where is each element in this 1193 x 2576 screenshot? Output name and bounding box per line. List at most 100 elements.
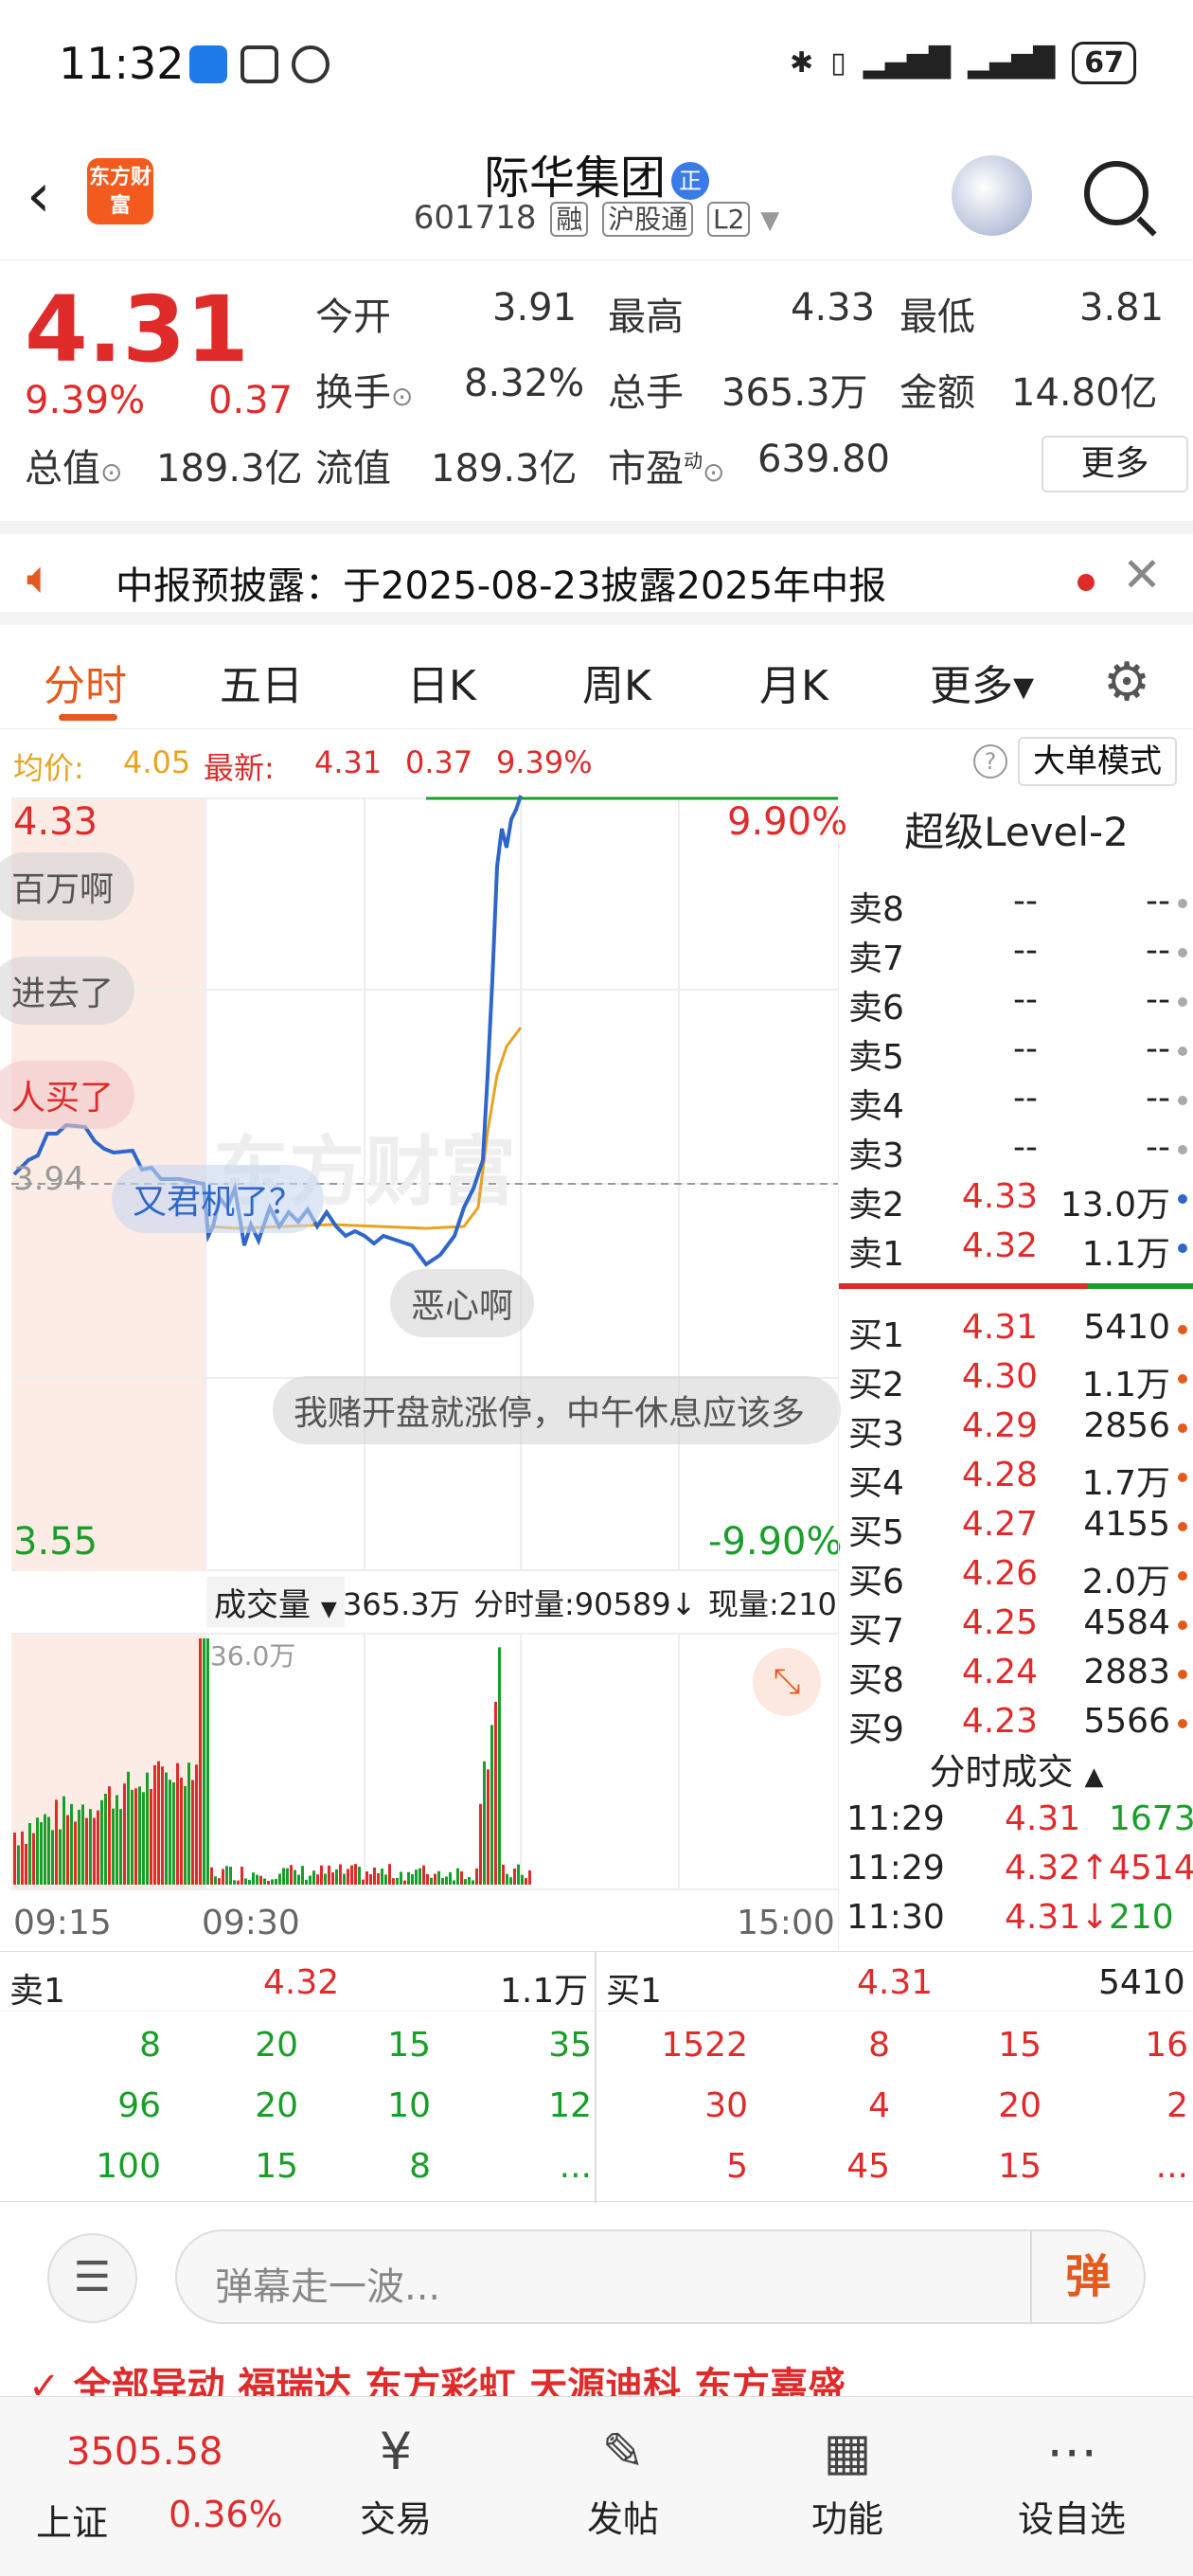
max-price-label: 4.33 xyxy=(13,800,98,844)
close-icon[interactable]: ✕ xyxy=(1122,547,1162,602)
info-icon: ⊙ xyxy=(391,381,414,412)
volume-bar xyxy=(316,1874,319,1885)
bluetooth-icon: ✱ xyxy=(790,46,814,80)
notice-text[interactable]: 中报预披露：于2025-08-23披露2025年中报 xyxy=(116,555,886,610)
nav-trade[interactable]: ¥ 交易 xyxy=(320,2414,472,2542)
level-label: 买7 xyxy=(848,1612,904,1651)
level-label: 买5 xyxy=(848,1513,904,1552)
queue-bid-cell: 4 xyxy=(868,2086,890,2125)
volume-bar xyxy=(142,1792,145,1885)
hot-news-bar[interactable]: ✓ 全部异动 福瑞达 东方彩虹 天源迪科 东方嘉盛 xyxy=(0,2363,1193,2401)
gear-icon[interactable]: ⚙ xyxy=(1103,652,1150,713)
index-value[interactable]: 3505.58 xyxy=(66,2430,223,2474)
level-dot xyxy=(1178,1243,1187,1253)
index-pct[interactable]: 0.36% xyxy=(169,2494,283,2535)
bid-row[interactable]: 买3 4.29 2856 xyxy=(839,1406,1193,1456)
level2-title[interactable]: 超级Level-2 xyxy=(839,800,1193,858)
ask-row[interactable]: 卖4 -- -- xyxy=(839,1079,1193,1128)
queue-bid-cell: 2 xyxy=(1166,2086,1188,2125)
ask-row[interactable]: 卖8 -- -- xyxy=(839,882,1193,931)
volume-bar xyxy=(449,1871,452,1885)
volume-bar xyxy=(513,1868,516,1885)
turnover-value: 8.32% xyxy=(464,362,585,405)
volume-bar xyxy=(437,1870,440,1885)
bid-row[interactable]: 买8 4.24 2883 xyxy=(839,1653,1193,1702)
danmu-input[interactable]: 弹幕走一波... 弹 xyxy=(175,2229,1146,2324)
more-button[interactable]: 更多 xyxy=(1042,436,1188,492)
level-dot xyxy=(1178,1473,1187,1482)
nav-add-watchlist[interactable]: ⋯ 设自选 xyxy=(996,2414,1148,2542)
volume-bar xyxy=(89,1809,92,1885)
danmu-placeholder: 弹幕走一波... xyxy=(215,2265,441,2309)
tab-daily-k[interactable]: 日K xyxy=(407,652,476,712)
tab-more[interactable]: 更多▾ xyxy=(930,652,1034,712)
message-list-icon[interactable]: ☰ xyxy=(47,2233,137,2323)
volume-bar xyxy=(392,1878,395,1885)
volume-bar xyxy=(51,1830,54,1885)
ask-row[interactable]: 卖7 -- -- xyxy=(839,931,1193,980)
volume-bar xyxy=(396,1877,399,1885)
bid-row[interactable]: 买1 4.31 5410 xyxy=(839,1308,1193,1357)
search-icon[interactable] xyxy=(1084,161,1148,225)
high-label: 最高 xyxy=(608,295,684,339)
volume-bar xyxy=(62,1796,65,1885)
help-icon[interactable]: ? xyxy=(973,744,1007,778)
big-order-mode-button[interactable]: 大单模式 xyxy=(1018,737,1177,786)
volume-bar xyxy=(521,1874,524,1885)
prev-close-label: 3.94 xyxy=(13,1160,85,1198)
level-volume: -- xyxy=(1146,931,1170,970)
order-book[interactable]: 超级Level-2 卖8 -- -- 卖7 -- -- 卖6 -- -- 卖5 … xyxy=(838,791,1193,1951)
level-price: -- xyxy=(1013,1079,1038,1118)
ask-row[interactable]: 卖2 4.33 13.0万 xyxy=(839,1177,1193,1226)
latest-label: 最新: xyxy=(204,750,275,786)
queue-ask-cell: 8 xyxy=(409,2147,431,2186)
avg-label: 均价: xyxy=(13,750,84,786)
index-name[interactable]: 上证 xyxy=(36,2494,108,2546)
ask-row[interactable]: 卖3 -- -- xyxy=(839,1128,1193,1177)
level-price: 4.23 xyxy=(961,1702,1038,1741)
volume-bar xyxy=(112,1808,115,1885)
bid-row[interactable]: 买4 4.28 1.7万 xyxy=(839,1456,1193,1505)
volume-bar xyxy=(180,1777,183,1885)
danmu-message: 又君机了？ xyxy=(112,1165,325,1233)
bid-row[interactable]: 买7 4.25 4584 xyxy=(839,1603,1193,1653)
tab-weekly-k[interactable]: 周K xyxy=(582,652,651,712)
level-label: 卖2 xyxy=(848,1186,904,1225)
ask-row[interactable]: 卖6 -- -- xyxy=(839,980,1193,1029)
bid-row[interactable]: 买2 4.30 1.1万 xyxy=(839,1357,1193,1406)
tab-monthly-k[interactable]: 月K xyxy=(759,652,828,712)
send-danmu-button[interactable]: 弹 xyxy=(1030,2231,1144,2322)
nav-post[interactable]: ✎ 发帖 xyxy=(547,2414,699,2542)
bid-row[interactable]: 买6 4.26 2.0万 xyxy=(839,1554,1193,1603)
queue-ask-cell: 20 xyxy=(255,2086,298,2125)
ask-row[interactable]: 卖5 -- -- xyxy=(839,1029,1193,1079)
volume-bar xyxy=(108,1786,111,1885)
volume-bar xyxy=(426,1873,429,1885)
tab-five-day[interactable]: 五日 xyxy=(220,652,303,712)
volume-bar xyxy=(161,1766,164,1885)
stock-code: 601718 xyxy=(413,199,537,237)
change-percent: 9.39% xyxy=(25,379,146,422)
assistant-robot-icon[interactable] xyxy=(952,155,1032,236)
notice-bar[interactable]: 🔈︎ 中报预披露：于2025-08-23披露2025年中报 ✕ xyxy=(0,521,1193,625)
volume-bar xyxy=(506,1873,508,1885)
level-price: 4.27 xyxy=(961,1505,1038,1544)
volume-bar xyxy=(282,1868,285,1885)
tab-intraday[interactable]: 分时 xyxy=(44,652,127,712)
volume-select[interactable]: 成交量 ▼ xyxy=(206,1577,345,1627)
trades-title[interactable]: 分时成交 ▲ xyxy=(839,1743,1193,1795)
volume-bar xyxy=(78,1809,80,1885)
vibrate-icon: ▯ xyxy=(830,46,846,80)
intraday-chart[interactable]: 东方财富 4.33 3.55 3.94 9.90% -9.90% 百万啊 进去了… xyxy=(0,791,847,1956)
queue-bid-cell: 15 xyxy=(998,2147,1042,2186)
level-volume: -- xyxy=(1146,1079,1170,1118)
level-dot xyxy=(1178,997,1187,1007)
volume-bar xyxy=(81,1804,84,1885)
chart-info-line: 均价: 4.05 最新: 4.31 0.37 9.39% ? 大单模式 xyxy=(0,737,1193,786)
nav-functions[interactable]: ▦ 功能 xyxy=(772,2414,923,2542)
bid-row[interactable]: 买5 4.27 4155 xyxy=(839,1505,1193,1554)
volume-bar xyxy=(225,1866,228,1885)
volume-bar xyxy=(59,1829,62,1885)
level-dot xyxy=(1178,948,1187,957)
ask-row[interactable]: 卖1 4.32 1.1万 xyxy=(839,1226,1193,1276)
